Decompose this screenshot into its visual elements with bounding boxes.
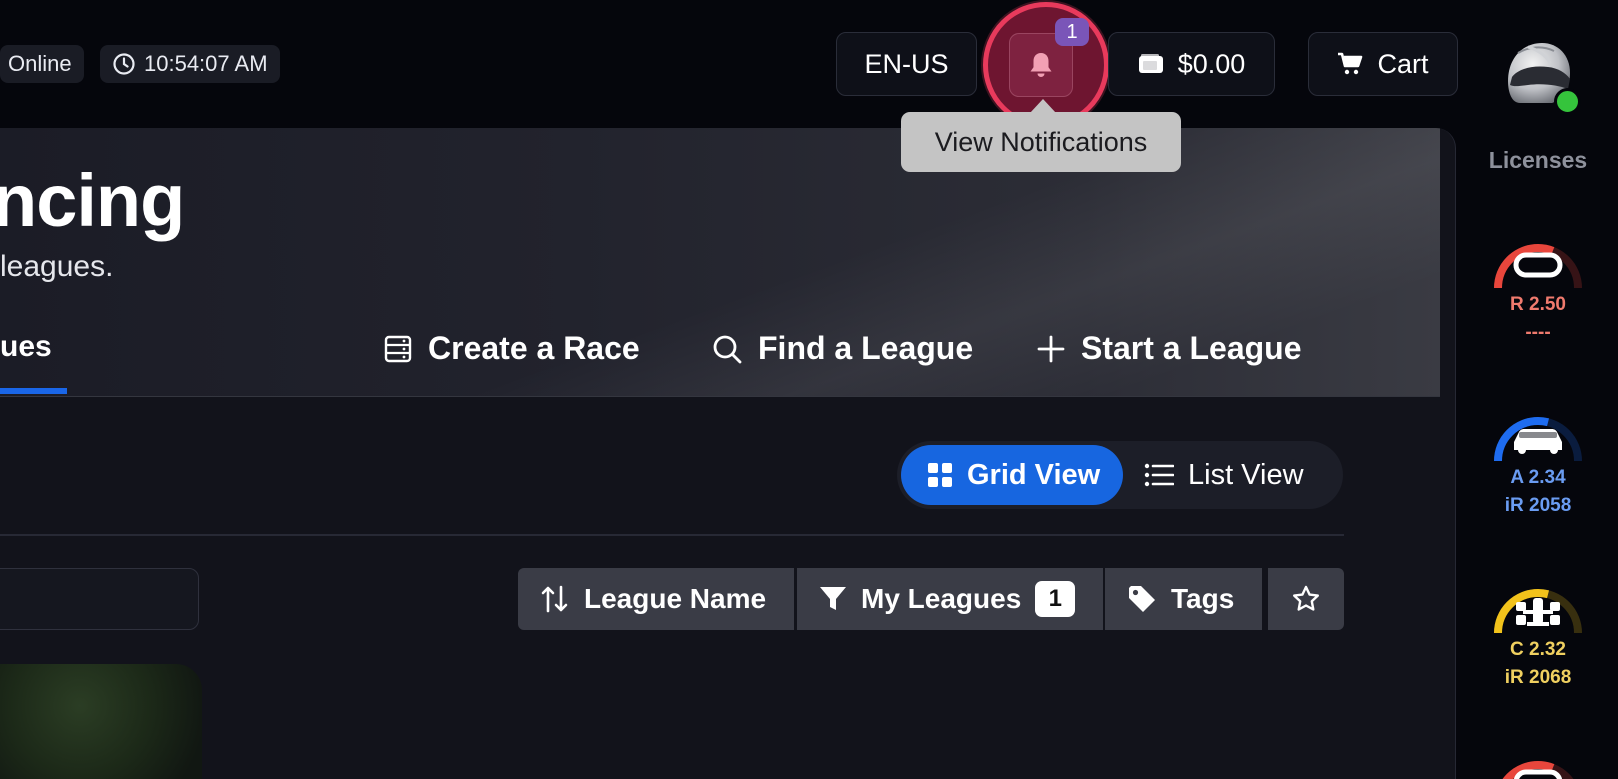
license-rating: A 2.34 — [1510, 467, 1566, 488]
cart-icon — [1337, 52, 1363, 76]
formula-car-license-gauge — [1494, 589, 1582, 634]
tags-filter-button[interactable]: Tags — [1105, 568, 1262, 630]
sort-arrows-icon — [540, 584, 570, 614]
plus-icon — [1037, 335, 1065, 363]
tags-label: Tags — [1171, 583, 1235, 614]
create-race-label: Create a Race — [428, 330, 640, 366]
view-toggle: Grid View List View — [897, 441, 1343, 509]
wallet-icon — [1138, 53, 1164, 75]
sports-car-license-gauge — [1494, 417, 1582, 462]
license-rating: C 2.32 — [1510, 639, 1566, 660]
dirt-oval-license-gauge — [1502, 761, 1574, 779]
tab-leagues[interactable]: ues — [0, 330, 52, 364]
bell-icon — [1028, 51, 1054, 79]
find-league-label: Find a League — [758, 330, 974, 366]
start-league-label: Start a League — [1081, 330, 1302, 366]
license-irating: iR 2068 — [1504, 667, 1572, 688]
license-dirt-oval[interactable] — [1478, 730, 1598, 779]
tooltip-arrow — [1030, 99, 1056, 113]
oval-license-gauge — [1494, 244, 1582, 289]
list-view-label: List View — [1188, 458, 1304, 491]
league-card[interactable] — [0, 664, 202, 779]
language-button[interactable]: EN-US — [836, 32, 977, 96]
sports-car-icon — [1514, 429, 1562, 454]
wallet-button[interactable]: $0.00 — [1108, 32, 1275, 96]
online-status-dot — [1554, 88, 1581, 115]
clock-indicator: 10:54:07 AM — [100, 45, 280, 83]
start-league-link[interactable]: Start a League — [1037, 330, 1302, 367]
grid-view-label: Grid View — [967, 458, 1101, 491]
list-view-button[interactable]: List View — [1140, 445, 1340, 505]
sort-label: League Name — [584, 583, 767, 614]
notifications-tooltip: View Notifications — [901, 112, 1181, 172]
page-title: ncing — [0, 159, 185, 242]
oval-track-icon — [1513, 252, 1563, 278]
search-input[interactable] — [0, 568, 199, 630]
search-icon — [712, 334, 742, 364]
grid-icon — [927, 462, 953, 488]
license-irating: ---- — [1525, 322, 1551, 343]
licenses-title: Licenses — [1488, 147, 1588, 173]
cart-label: Cart — [1377, 48, 1429, 79]
star-icon — [1292, 585, 1320, 613]
page-subtitle: leagues. — [0, 250, 114, 283]
calendar-list-icon — [384, 335, 412, 363]
license-sports-car[interactable]: A 2.34 iR 2058 — [1478, 386, 1598, 520]
my-leagues-label: My Leagues — [861, 583, 1022, 614]
main-panel: ncing leagues. ues Create a Race Find a … — [0, 128, 1456, 779]
find-league-link[interactable]: Find a League — [712, 330, 973, 367]
license-irating: iR 2058 — [1504, 495, 1572, 516]
clock-time: 10:54:07 AM — [144, 51, 268, 76]
license-formula-car[interactable]: C 2.32 iR 2068 — [1478, 558, 1598, 692]
section-divider — [0, 534, 1344, 536]
wallet-balance: $0.00 — [1177, 48, 1246, 79]
cart-button[interactable]: Cart — [1308, 32, 1458, 96]
filter-icon — [819, 585, 847, 613]
status-indicator: Online — [0, 45, 84, 83]
notification-count-badge: 1 — [1055, 18, 1089, 46]
oval-track-icon — [1513, 769, 1563, 779]
status-label: Online — [8, 51, 72, 76]
license-oval[interactable]: R 2.50 ---- — [1478, 213, 1598, 347]
hero-banner: ncing leagues. ues Create a Race Find a … — [0, 128, 1440, 397]
favorites-filter-button[interactable] — [1268, 568, 1344, 630]
tag-icon — [1127, 584, 1157, 614]
language-label: EN-US — [864, 48, 949, 79]
my-leagues-count-badge: 1 — [1035, 581, 1076, 617]
my-leagues-filter-button[interactable]: My Leagues 1 — [797, 568, 1103, 630]
create-race-link[interactable]: Create a Race — [384, 330, 640, 367]
formula-car-icon — [1516, 598, 1560, 626]
active-tab-indicator — [0, 388, 67, 394]
grid-view-button[interactable]: Grid View — [901, 445, 1123, 505]
list-icon — [1144, 463, 1174, 487]
sort-button[interactable]: League Name — [518, 568, 794, 630]
license-rating: R 2.50 — [1510, 294, 1566, 315]
clock-icon — [112, 52, 136, 76]
